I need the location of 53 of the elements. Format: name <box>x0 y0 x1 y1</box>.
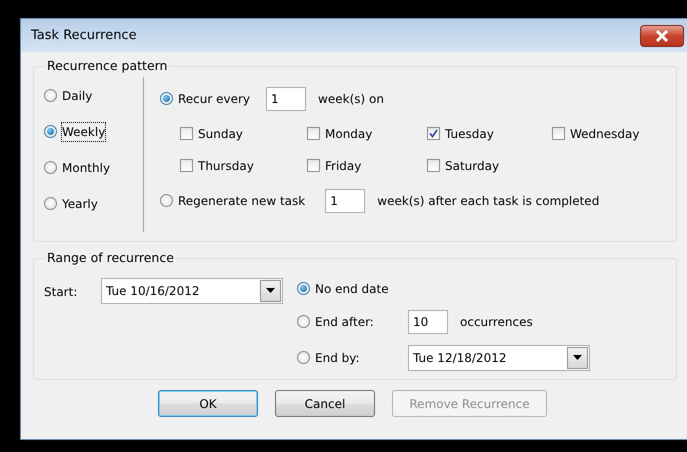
start-label: Start: <box>44 284 78 300</box>
field-suffix: occurrences <box>460 314 533 330</box>
radio-label[interactable]: Weekly <box>62 122 106 140</box>
radio-label[interactable]: Monthly <box>62 158 110 176</box>
radio-label[interactable]: End after: <box>315 312 408 330</box>
radio-button[interactable] <box>44 161 57 174</box>
checkbox-label[interactable]: Sunday <box>198 124 243 142</box>
checkbox-label[interactable]: Tuesday <box>445 124 494 142</box>
group-title: Recurrence pattern <box>46 60 168 72</box>
group-title: Range of recurrence <box>46 252 175 264</box>
radio-label[interactable]: Daily <box>62 86 92 104</box>
checkbox[interactable] <box>180 127 193 140</box>
radio-button[interactable] <box>44 197 57 210</box>
dialog-button[interactable]: OK <box>158 390 258 417</box>
window-title: Task Recurrence <box>31 26 137 45</box>
checkbox[interactable] <box>180 159 193 172</box>
radio-button[interactable] <box>297 282 310 295</box>
checkbox-label[interactable]: Friday <box>325 156 362 174</box>
start-date-dropdown[interactable]: Tue 10/16/2012 <box>101 278 283 304</box>
radio-button[interactable] <box>160 194 173 207</box>
radio-button[interactable] <box>297 351 310 364</box>
caret-icon <box>573 355 582 360</box>
radio-button[interactable] <box>44 89 57 102</box>
end-date-dropdown[interactable]: Tue 12/18/2012 <box>408 344 590 370</box>
radio-label[interactable]: No end date <box>315 280 389 298</box>
checkbox-label[interactable]: Thursday <box>198 156 254 174</box>
dropdown-arrow-button[interactable] <box>260 280 281 302</box>
radio-label[interactable]: Yearly <box>62 194 98 212</box>
field-suffix: week(s) after each task is completed <box>377 192 600 210</box>
checkbox-label[interactable]: Monday <box>325 124 372 142</box>
radio-button[interactable] <box>44 125 57 138</box>
checkbox[interactable] <box>552 127 565 140</box>
dialog-button[interactable]: Cancel <box>275 390 375 417</box>
radio-button[interactable] <box>297 315 310 328</box>
checkbox[interactable] <box>307 159 320 172</box>
check-icon <box>429 129 438 138</box>
field-suffix: week(s) on <box>318 90 384 108</box>
checkbox-label[interactable]: Wednesday <box>570 124 640 142</box>
close-button[interactable] <box>640 24 684 46</box>
radio-label[interactable]: Recur every <box>178 90 250 108</box>
radio-label[interactable]: Regenerate new task <box>178 192 306 210</box>
dropdown-arrow-button[interactable] <box>567 346 588 368</box>
checkbox[interactable] <box>427 127 440 140</box>
checkbox-label[interactable]: Saturday <box>445 156 500 174</box>
close-icon <box>655 30 669 42</box>
caret-icon <box>266 288 275 293</box>
number-field[interactable]: 1 <box>266 86 306 110</box>
radio-button[interactable] <box>160 92 173 105</box>
checkbox[interactable] <box>427 159 440 172</box>
checkbox[interactable] <box>307 127 320 140</box>
number-field[interactable]: 1 <box>325 188 366 212</box>
radio-label[interactable]: End by: <box>315 348 408 366</box>
number-field[interactable]: 10 <box>408 310 448 334</box>
